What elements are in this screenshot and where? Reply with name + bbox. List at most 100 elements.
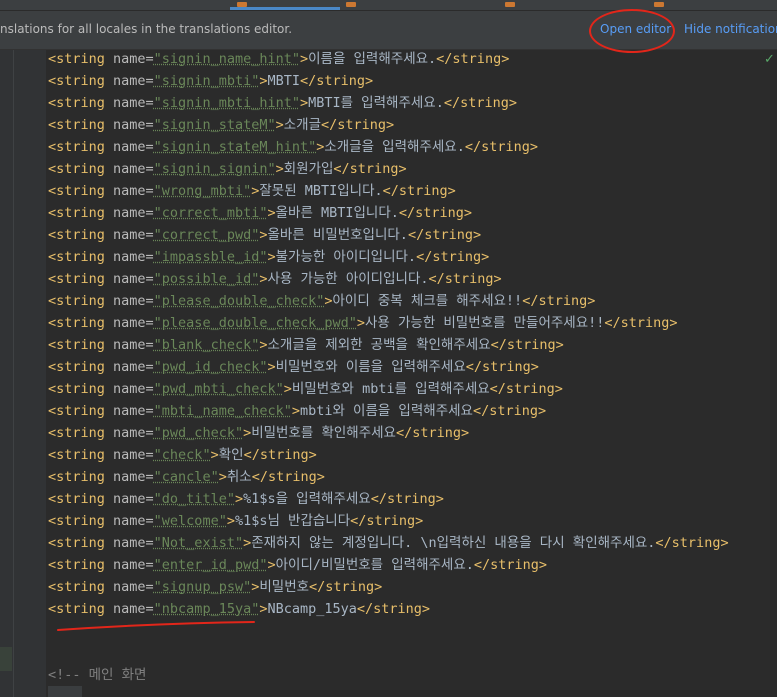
string-text: 존재하지 않는 계정입니다. \n입력하신 내용을 다시 확인해주세요. [251,535,656,551]
tag-close: </string> [300,73,374,89]
string-name-value: "pwd_mbti_check" [153,381,284,397]
string-name-value: "signin_mbti" [153,73,260,89]
code-line[interactable]: <string name="pwd_check">비밀번호를 확인해주세요</s… [48,422,729,444]
code-line[interactable]: <string name="blank_check">소개글을 제외한 공백을 … [48,334,729,356]
string-name-value: "blank_check" [153,337,260,353]
tag-open: <string [48,557,114,573]
tag-close: </string> [356,601,431,617]
code-line[interactable]: <string name="check">확인</string> [48,444,729,466]
attr-name: name= [113,183,154,199]
string-name-value: "signin_mbti_hint" [153,95,300,111]
tag-close-bracket: > [299,51,309,67]
code-line[interactable]: <string name="Not_exist">존재하지 않는 계정입니다. … [48,532,729,554]
code-line[interactable]: <string name="impassble_id">불가능한 아이디입니다.… [48,246,729,268]
string-name-value: "possible_id" [153,271,260,287]
code-line[interactable]: <string name="mbti_name_check">mbti와 이름을… [48,400,729,422]
hide-notification-link[interactable]: Hide notification [684,22,777,36]
string-name-value: "check" [153,447,211,463]
tag-close: </string> [428,271,502,287]
tag-close: </string> [407,227,482,243]
code-line[interactable]: <string name="signup_psw">비밀번호</string> [48,576,729,598]
attr-name: name= [113,95,154,111]
code-line[interactable]: <string name="signin_stateM">소개글</string… [48,114,729,136]
string-name-value: "please_double_check_pwd" [153,315,357,331]
string-text: 비밀번호와 이름을 입력해주세요 [275,359,466,375]
tag-open: <string [48,535,114,551]
code-line[interactable]: <string name="pwd_id_check">비밀번호와 이름을 입력… [48,356,729,378]
attr-name: name= [113,249,154,265]
string-name-value: "pwd_id_check" [153,359,268,375]
tag-open: <string [48,293,114,309]
tag-close-bracket: > [234,491,244,507]
fold-guide [13,50,14,697]
code-line[interactable]: <string name="wrong_mbti">잘못된 MBTI입니다.</… [48,180,729,202]
string-text: 소개글을 입력해주세요. [324,139,465,155]
string-name-value: "enter_id_pwd" [153,557,268,573]
string-name-value: "impassble_id" [153,249,268,265]
code-line[interactable]: <string name="nbcamp_15ya">NBcamp_15ya</… [48,598,729,620]
blank-line[interactable] [48,642,729,664]
code-line[interactable]: <string name="cancle">취소</string> [48,466,729,488]
string-text: 소개글을 제외한 공백을 확인해주세요 [267,337,491,353]
string-text: MBTI를 입력해주세요. [308,95,444,111]
tag-open: <string [48,117,114,133]
tag-close: </string> [443,95,517,111]
string-name-value: "cancle" [153,469,219,485]
tag-close-bracket: > [299,95,309,111]
code-line[interactable]: <string name="signin_name_hint">이름을 입력해주… [48,48,729,70]
tag-close: </string> [309,579,383,595]
string-name-value: "signin_stateM" [153,117,276,133]
tab-file-icon[interactable] [654,2,664,7]
comment-text: <!-- 메인 화면 [48,667,147,683]
comment-line[interactable]: <!-- 메인 화면 [48,664,729,686]
code-line[interactable]: <string name="please_double_check_pwd">사… [48,312,729,334]
attr-name: name= [113,359,154,375]
editor-tab-bar [0,0,777,11]
string-text: 불가능한 아이디입니다. [275,249,417,265]
tag-close-bracket: > [267,359,276,375]
string-text: NBcamp_15ya [267,601,357,617]
code-line[interactable]: <string name="welcome">%1$s님 반갑습니다</stri… [48,510,729,532]
code-line[interactable]: <string name="possible_id">사용 가능한 아이디입니다… [48,268,729,290]
tag-open: <string [48,73,114,89]
string-text: %1$s님 반갑습니다 [234,513,351,529]
string-text: 회원가입 [283,161,334,177]
tab-file-icon[interactable] [505,2,515,7]
tag-open: <string [48,183,114,199]
tab-file-icon[interactable] [346,2,356,7]
code-line[interactable]: <string name="enter_id_pwd">아이디/비밀번호를 입력… [48,554,729,576]
string-text: 사용 가능한 비밀번호를 만들어주세요!! [365,315,605,331]
code-line[interactable]: <string name="signin_mbti_hint">MBTI를 입력… [48,92,729,114]
attr-name: name= [113,403,154,419]
code-editor[interactable]: <string name="signin_name_hint">이름을 입력해주… [48,48,729,686]
tag-close: </string> [655,535,729,551]
tag-open: <string [48,249,114,265]
string-name-value: "signin_name_hint" [153,51,300,67]
notification-text: nslations for all locales in the transla… [0,22,293,36]
code-line[interactable]: <string name="signin_signin">회원가입</strin… [48,158,729,180]
string-text: 확인 [218,447,244,463]
code-line[interactable]: <string name="please_double_check">아이디 중… [48,290,729,312]
tag-close-bracket: > [283,381,292,397]
code-line[interactable]: <string name="signin_mbti">MBTI</string> [48,70,729,92]
code-line[interactable]: <string name="do_title">%1$s을 입력해주세요</st… [48,488,729,510]
attr-name: name= [113,557,154,573]
string-name-value: "signin_stateM_hint" [153,139,317,155]
tag-close: </string> [489,381,563,397]
code-line[interactable]: <string name="signin_stateM_hint">소개글을 입… [48,136,729,158]
annotation-underline [57,621,255,631]
tag-close-bracket: > [324,293,333,309]
string-name-value: "correct_pwd" [153,227,260,243]
string-name-value: "mbti_name_check" [153,403,292,419]
code-line[interactable]: <string name="correct_pwd">올바른 비밀번호입니다.<… [48,224,729,246]
code-line[interactable]: <string name="correct_mbti">올바른 MBTI입니다.… [48,202,729,224]
tag-close-bracket: > [291,403,300,419]
attr-name: name= [113,205,154,221]
tag-open: <string [48,469,114,485]
inspection-ok-icon[interactable]: ✓ [764,52,775,67]
code-line[interactable]: <string name="pwd_mbti_check">비밀번호와 mbti… [48,378,729,400]
tag-open: <string [48,513,114,529]
attr-name: name= [113,161,154,177]
tag-open: <string [48,161,114,177]
attr-name: name= [113,579,154,595]
